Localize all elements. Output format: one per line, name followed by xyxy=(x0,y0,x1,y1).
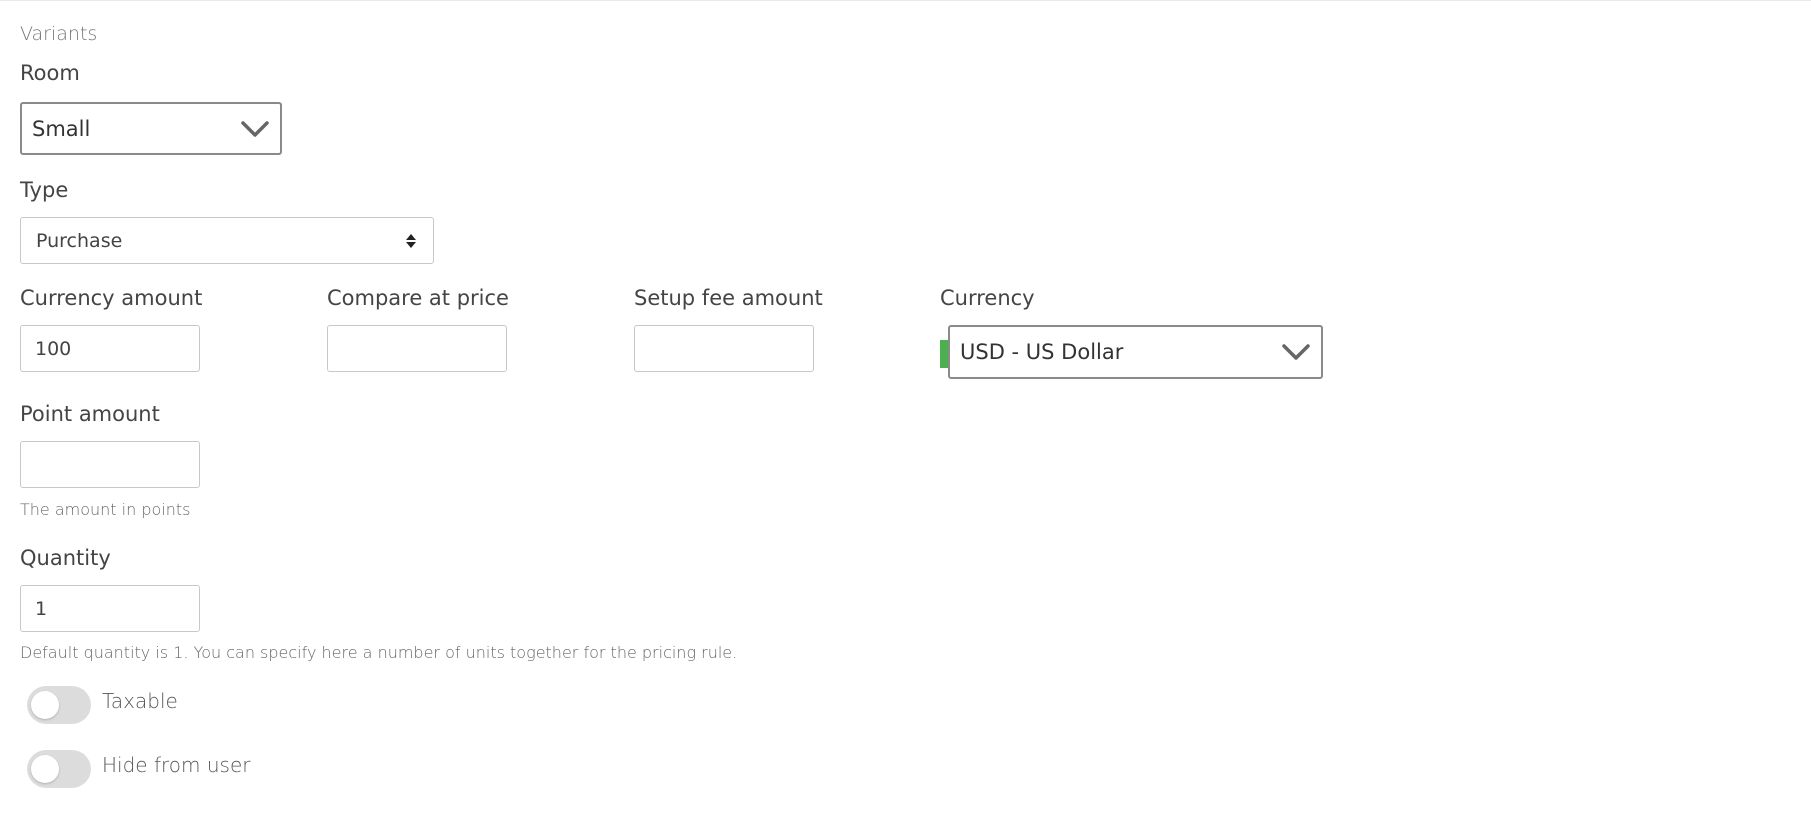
hide-from-user-toggle[interactable] xyxy=(27,750,91,788)
section-title: Variants xyxy=(20,23,98,45)
hide-from-user-label: Hide from user xyxy=(102,753,251,777)
taxable-toggle[interactable] xyxy=(27,686,91,724)
point-amount-input[interactable] xyxy=(20,441,200,488)
chevron-down-icon xyxy=(1282,344,1310,360)
toggle-knob xyxy=(31,691,59,719)
quantity-help: Default quantity is 1. You can specify h… xyxy=(20,643,738,662)
compare-at-price-input[interactable] xyxy=(327,325,507,372)
sort-updown-icon xyxy=(406,233,416,248)
point-amount-help: The amount in points xyxy=(20,500,191,519)
currency-select-value: USD - US Dollar xyxy=(960,340,1124,364)
setup-fee-amount-label: Setup fee amount xyxy=(634,286,823,310)
room-label: Room xyxy=(20,61,80,85)
currency-label: Currency xyxy=(940,286,1035,310)
type-label: Type xyxy=(20,178,69,202)
currency-amount-label: Currency amount xyxy=(20,286,203,310)
room-select[interactable]: Small xyxy=(20,102,282,155)
toggle-knob xyxy=(31,755,59,783)
type-select-value: Purchase xyxy=(36,229,123,252)
currency-amount-value: 100 xyxy=(35,337,72,360)
chevron-down-icon xyxy=(241,120,269,137)
currency-indicator xyxy=(940,340,948,368)
setup-fee-amount-input[interactable] xyxy=(634,325,814,372)
room-select-value: Small xyxy=(32,116,91,141)
quantity-label: Quantity xyxy=(20,546,111,570)
currency-select[interactable]: USD - US Dollar xyxy=(948,325,1323,379)
currency-amount-input[interactable]: 100 xyxy=(20,325,200,372)
compare-at-price-label: Compare at price xyxy=(327,286,509,310)
point-amount-label: Point amount xyxy=(20,402,160,426)
quantity-input[interactable]: 1 xyxy=(20,585,200,632)
taxable-label: Taxable xyxy=(102,689,178,713)
type-select[interactable]: Purchase xyxy=(20,217,434,264)
quantity-value: 1 xyxy=(35,597,48,620)
variants-panel: Variants Room Small Type Purchase Curren… xyxy=(0,0,1811,834)
